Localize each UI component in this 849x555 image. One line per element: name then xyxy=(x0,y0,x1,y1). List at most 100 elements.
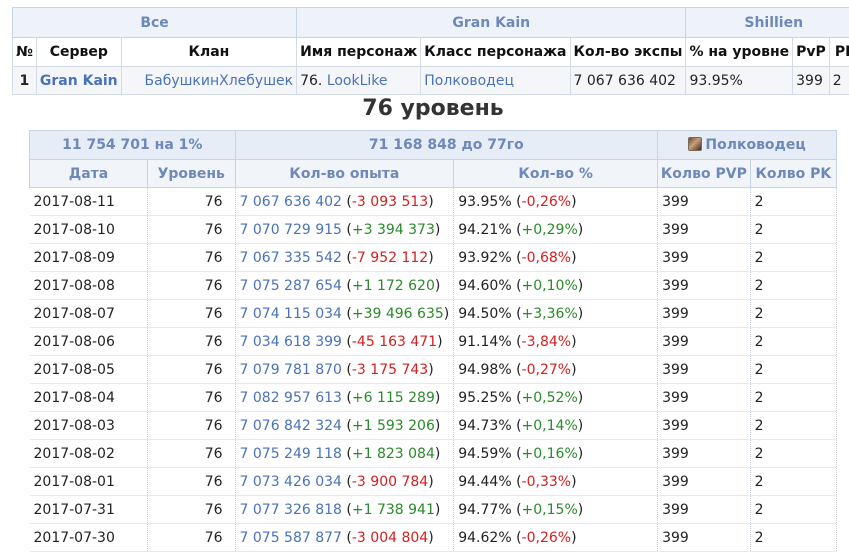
class-heading-label: Полководец xyxy=(705,137,806,153)
row-exp-link[interactable]: 7 076 842 324 xyxy=(240,418,342,434)
row-exp-cell: 7 077 326 818 (+1 738 941) xyxy=(235,495,455,524)
table-row: 2017-08-11 76 7 067 636 402 (-3 093 513) 93… xyxy=(29,187,838,216)
row-pvp: 399 xyxy=(657,271,751,300)
row-pct-delta: +0,14% xyxy=(521,417,578,434)
col-header-class: Класс персонажа xyxy=(420,37,571,67)
row-exp-link[interactable]: 7 075 249 118 xyxy=(240,446,342,462)
row-exp-cell: 7 070 729 915 (+3 394 373) xyxy=(235,215,455,244)
row-exp-link[interactable]: 7 067 335 542 xyxy=(240,250,342,266)
row-exp-cell: 7 073 426 034 (-3 900 784) xyxy=(235,467,455,496)
col-header-pk: PK xyxy=(828,37,849,67)
table-row: 2017-08-02 76 7 075 249 118 (+1 823 084) 94… xyxy=(29,439,838,468)
row-exp-link[interactable]: 7 073 426 034 xyxy=(240,474,342,490)
table-row: 2017-08-01 76 7 073 426 034 (-3 900 784) 94… xyxy=(29,467,838,496)
row-exp-link[interactable]: 7 077 326 818 xyxy=(240,502,342,518)
row-date: 2017-08-08 xyxy=(29,271,148,300)
row-pk: 2 xyxy=(750,327,838,356)
group-all-link[interactable]: Все xyxy=(11,7,298,38)
row-exp-cell: 7 034 618 399 (-45 163 471) xyxy=(235,327,455,356)
row-pct: 94.98% xyxy=(458,361,512,378)
row-exp-cell: 7 075 587 877 (-3 004 804) xyxy=(235,523,455,552)
row-pct-delta: -0,26% xyxy=(521,529,572,546)
col-header-date: Дата xyxy=(29,159,148,188)
row-pct: 94.21% xyxy=(458,221,512,238)
row-pct-delta: -0,27% xyxy=(521,361,572,378)
table-row: 1 Gran Kain БабушкинХлебушек 76. LookLik… xyxy=(12,66,849,95)
pk-value: 2 xyxy=(828,66,849,95)
table-row: 2017-08-03 76 7 076 842 324 (+1 593 206) 94… xyxy=(29,411,838,440)
row-level: 76 xyxy=(147,299,236,328)
row-pvp: 399 xyxy=(657,327,751,356)
row-pk: 2 xyxy=(750,523,838,552)
row-exp-cell: 7 075 249 118 (+1 823 084) xyxy=(235,439,455,468)
table-row: 2017-08-09 76 7 067 335 542 (-7 952 112) 93… xyxy=(29,243,838,272)
col-header-pvp: PvP xyxy=(792,37,830,67)
row-level: 76 xyxy=(147,467,236,496)
row-exp-link[interactable]: 7 075 587 877 xyxy=(240,530,342,546)
group-server-link[interactable]: Gran Kain xyxy=(296,7,687,38)
table-row: 2017-08-07 76 7 074 115 034 (+39 496 635) 9… xyxy=(29,299,838,328)
row-pct-cell: 91.14% (-3,84%) xyxy=(453,327,659,356)
row-pct-cell: 93.92% (-0,68%) xyxy=(453,243,659,272)
row-pvp: 399 xyxy=(657,243,751,272)
row-pct-delta: +3,36% xyxy=(521,305,578,322)
row-level: 76 xyxy=(147,243,236,272)
row-exp-cell: 7 079 781 870 (-3 175 743) xyxy=(235,355,455,384)
row-pct-cell: 94.59% (+0,16%) xyxy=(453,439,659,468)
row-pct: 94.60% xyxy=(458,277,512,294)
character-summary-table: Все Gran Kain Shillien № Сервер Клан Имя… xyxy=(11,7,849,95)
row-exp-delta: +1 593 206 xyxy=(351,417,435,434)
table-row: 2017-08-05 76 7 079 781 870 (-3 175 743) 94… xyxy=(29,355,838,384)
table-row: 2017-07-31 76 7 077 326 818 (+1 738 941) 94… xyxy=(29,495,838,524)
row-level: 76 xyxy=(147,187,236,216)
row-exp-link[interactable]: 7 079 781 870 xyxy=(240,362,342,378)
row-date: 2017-08-06 xyxy=(29,327,148,356)
row-pvp: 399 xyxy=(657,495,751,524)
row-number: 1 xyxy=(12,66,37,95)
row-exp-delta: +6 115 289 xyxy=(351,389,435,406)
row-exp-cell: 7 082 957 613 (+6 115 289) xyxy=(235,383,455,412)
row-pct-delta: -0,68% xyxy=(521,249,572,266)
row-exp-delta: +1 738 941 xyxy=(351,501,435,518)
row-pk: 2 xyxy=(750,383,838,412)
row-pk: 2 xyxy=(750,495,838,524)
col-header-pct: % на уровне xyxy=(685,37,794,67)
group-shillien-link[interactable]: Shillien xyxy=(685,7,849,38)
character-class-link[interactable]: Полководец xyxy=(420,66,571,95)
row-exp-link[interactable]: 7 034 618 399 xyxy=(240,334,342,350)
row-exp-link[interactable]: 7 067 636 402 xyxy=(240,194,342,210)
row-exp-delta: -7 952 112 xyxy=(351,249,429,266)
row-level: 76 xyxy=(147,523,236,552)
row-pct: 91.14% xyxy=(458,333,512,350)
row-pct: 94.59% xyxy=(458,445,512,462)
row-date: 2017-08-03 xyxy=(29,411,148,440)
row-date: 2017-08-05 xyxy=(29,355,148,384)
clan-link[interactable]: БабушкинХлебушек xyxy=(120,66,298,95)
row-exp-link[interactable]: 7 074 115 034 xyxy=(240,306,342,322)
row-date: 2017-08-02 xyxy=(29,439,148,468)
row-exp-link[interactable]: 7 070 729 915 xyxy=(240,222,342,238)
warlord-class-icon xyxy=(688,137,703,151)
row-pct: 94.73% xyxy=(458,417,512,434)
row-exp-delta: -3 900 784 xyxy=(351,473,429,490)
server-link[interactable]: Gran Kain xyxy=(35,66,122,95)
row-exp-link[interactable]: 7 075 287 654 xyxy=(240,278,342,294)
character-level-prefix: 76. xyxy=(300,72,323,89)
row-level: 76 xyxy=(147,355,236,384)
col-header-clan: Клан xyxy=(120,37,298,67)
row-exp-cell: 7 067 335 542 (-7 952 112) xyxy=(235,243,455,272)
row-pct: 93.95% xyxy=(458,193,512,210)
col-header-num: № xyxy=(12,37,37,67)
row-pct-delta: +0,16% xyxy=(521,445,578,462)
row-exp-link[interactable]: 7 082 957 613 xyxy=(240,390,342,406)
exp-per-percent: 11 754 701 на 1% xyxy=(29,130,236,160)
row-pvp: 399 xyxy=(657,467,751,496)
section-title: 76 уровень xyxy=(362,96,504,121)
row-pct-delta: -3,84% xyxy=(521,333,572,350)
row-pct-cell: 94.62% (-0,26%) xyxy=(453,523,659,552)
character-name-link[interactable]: LookLike xyxy=(327,73,388,89)
row-pct-cell: 95.25% (+0,52%) xyxy=(453,383,659,412)
summary-header-row: № Сервер Клан Имя персонаж Класс персона… xyxy=(12,37,849,67)
row-exp-delta: -3 004 804 xyxy=(351,529,429,546)
row-exp-delta: +3 394 373 xyxy=(351,221,435,238)
